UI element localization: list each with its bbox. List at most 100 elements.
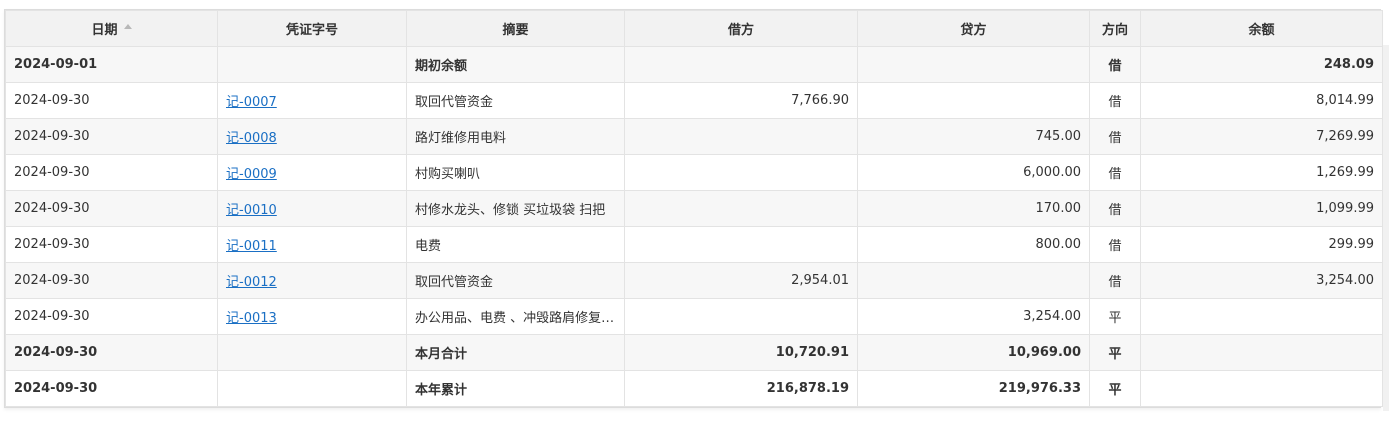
cell-balance: 7,269.99 (1140, 118, 1383, 155)
cell-balance: 3,254.00 (1140, 262, 1383, 299)
cell-debit (624, 46, 858, 83)
sort-ascending-icon[interactable] (123, 24, 132, 29)
cell-direction: 借 (1089, 46, 1141, 83)
table-row: 2024-09-30 本月合计 10,720.91 10,969.00 平 (5, 334, 1383, 371)
column-header-debit: 借方 (624, 10, 858, 47)
cell-voucher: 记-0010 (217, 190, 407, 227)
table-row: 2024-09-30 记-0009 村购买喇叭 6,000.00 借 1,269.99 (5, 154, 1383, 191)
cell-summary: 村购买喇叭 (406, 154, 625, 191)
cell-credit: 219,976.33 (857, 370, 1090, 407)
cell-debit: 216,878.19 (624, 370, 858, 407)
cell-date: 2024-09-30 (5, 154, 218, 191)
cell-debit (624, 118, 858, 155)
voucher-link[interactable]: 记-0007 (226, 95, 277, 110)
ledger-table-container: 日期 凭证字号 摘要 借方 贷方 方向 余额 2024-09-01 期初余额借 24… (4, 9, 1383, 408)
cell-summary: 路灯维修用电料 (406, 118, 625, 155)
cell-balance: 1,099.99 (1140, 190, 1383, 227)
cell-direction: 借 (1089, 226, 1141, 263)
cell-credit (857, 262, 1090, 299)
cell-balance: 248.09 (1140, 46, 1383, 83)
column-header-direction: 方向 (1089, 10, 1141, 47)
table-row: 2024-09-30 记-0008 路灯维修用电料 745.00 借 7,269.99 (5, 118, 1383, 155)
cell-voucher: 记-0009 (217, 154, 407, 191)
cell-date: 2024-09-30 (5, 82, 218, 119)
cell-summary: 办公用品、电费 、冲毁路肩修复 ... (406, 298, 625, 335)
cell-credit: 6,000.00 (857, 154, 1090, 191)
cell-balance (1140, 298, 1383, 335)
cell-voucher (217, 370, 407, 407)
cell-balance (1140, 370, 1383, 407)
cell-date: 2024-09-30 (5, 334, 218, 371)
cell-direction: 借 (1089, 262, 1141, 299)
column-header-date-label: 日期 (91, 23, 118, 38)
column-header-voucher: 凭证字号 (217, 10, 407, 47)
cell-summary: 取回代管资金 (406, 82, 625, 119)
voucher-link[interactable]: 记-0012 (226, 275, 277, 290)
cell-voucher (217, 334, 407, 371)
cell-date: 2024-09-30 (5, 262, 218, 299)
cell-voucher (217, 46, 407, 83)
cell-debit (624, 298, 858, 335)
cell-credit: 800.00 (857, 226, 1090, 263)
cell-summary: 本年累计 (406, 370, 625, 407)
cell-debit (624, 154, 858, 191)
voucher-link[interactable]: 记-0013 (226, 311, 277, 326)
cell-direction: 平 (1089, 298, 1141, 335)
cell-summary: 期初余额 (406, 46, 625, 83)
column-header-date[interactable]: 日期 (5, 10, 218, 47)
cell-voucher: 记-0013 (217, 298, 407, 335)
voucher-link[interactable]: 记-0009 (226, 167, 277, 182)
cell-credit: 170.00 (857, 190, 1090, 227)
voucher-link[interactable]: 记-0010 (226, 203, 277, 218)
column-header-balance: 余额 (1140, 10, 1383, 47)
cell-credit (857, 46, 1090, 83)
cell-voucher: 记-0011 (217, 226, 407, 263)
cell-voucher: 记-0012 (217, 262, 407, 299)
cell-credit (857, 82, 1090, 119)
cell-debit (624, 190, 858, 227)
cell-balance: 299.99 (1140, 226, 1383, 263)
vertical-scrollbar[interactable] (1383, 45, 1389, 411)
table-row: 2024-09-30 记-0010 村修水龙头、修锁 买垃圾袋 扫把 170.00 借 1… (5, 190, 1383, 227)
cell-date: 2024-09-30 (5, 298, 218, 335)
cell-date: 2024-09-30 (5, 118, 218, 155)
cell-direction: 借 (1089, 82, 1141, 119)
ledger-table: 日期 凭证字号 摘要 借方 贷方 方向 余额 2024-09-01 期初余额借 24… (5, 10, 1383, 407)
cell-summary: 本月合计 (406, 334, 625, 371)
ledger-header: 日期 凭证字号 摘要 借方 贷方 方向 余额 (5, 10, 1383, 47)
cell-balance (1140, 334, 1383, 371)
cell-date: 2024-09-30 (5, 370, 218, 407)
table-row: 2024-09-30 记-0007 取回代管资金 7,766.90 借 8,014.99 (5, 82, 1383, 119)
column-header-credit: 贷方 (857, 10, 1090, 47)
table-row: 2024-09-01 期初余额 借 248.09 (5, 46, 1383, 83)
ledger-body: 2024-09-01 期初余额借 248.09 2024-09-30 记-0007 取回代… (5, 46, 1383, 407)
cell-summary: 电费 (406, 226, 625, 263)
table-row: 2024-09-30 本年累计 216,878.19 219,976.33 平 (5, 370, 1383, 407)
cell-direction: 平 (1089, 334, 1141, 371)
cell-date: 2024-09-30 (5, 226, 218, 263)
cell-summary: 村修水龙头、修锁 买垃圾袋 扫把 (406, 190, 625, 227)
cell-credit: 10,969.00 (857, 334, 1090, 371)
cell-direction: 借 (1089, 154, 1141, 191)
cell-credit: 745.00 (857, 118, 1090, 155)
table-row: 2024-09-30 记-0013 办公用品、电费 、冲毁路肩修复 ... 3,254… (5, 298, 1383, 335)
voucher-link[interactable]: 记-0008 (226, 131, 277, 146)
cell-debit (624, 226, 858, 263)
voucher-link[interactable]: 记-0011 (226, 239, 277, 254)
cell-direction: 平 (1089, 370, 1141, 407)
header-row: 日期 凭证字号 摘要 借方 贷方 方向 余额 (5, 10, 1383, 47)
cell-balance: 8,014.99 (1140, 82, 1383, 119)
cell-balance: 1,269.99 (1140, 154, 1383, 191)
column-header-summary: 摘要 (406, 10, 625, 47)
cell-debit: 7,766.90 (624, 82, 858, 119)
cell-debit: 2,954.01 (624, 262, 858, 299)
cell-direction: 借 (1089, 190, 1141, 227)
cell-voucher: 记-0007 (217, 82, 407, 119)
cell-debit: 10,720.91 (624, 334, 858, 371)
cell-credit: 3,254.00 (857, 298, 1090, 335)
table-row: 2024-09-30 记-0011 电费 800.00 借 299.99 (5, 226, 1383, 263)
cell-voucher: 记-0008 (217, 118, 407, 155)
cell-summary: 取回代管资金 (406, 262, 625, 299)
cell-date: 2024-09-01 (5, 46, 218, 83)
table-row: 2024-09-30 记-0012 取回代管资金 2,954.01 借 3,254.00 (5, 262, 1383, 299)
